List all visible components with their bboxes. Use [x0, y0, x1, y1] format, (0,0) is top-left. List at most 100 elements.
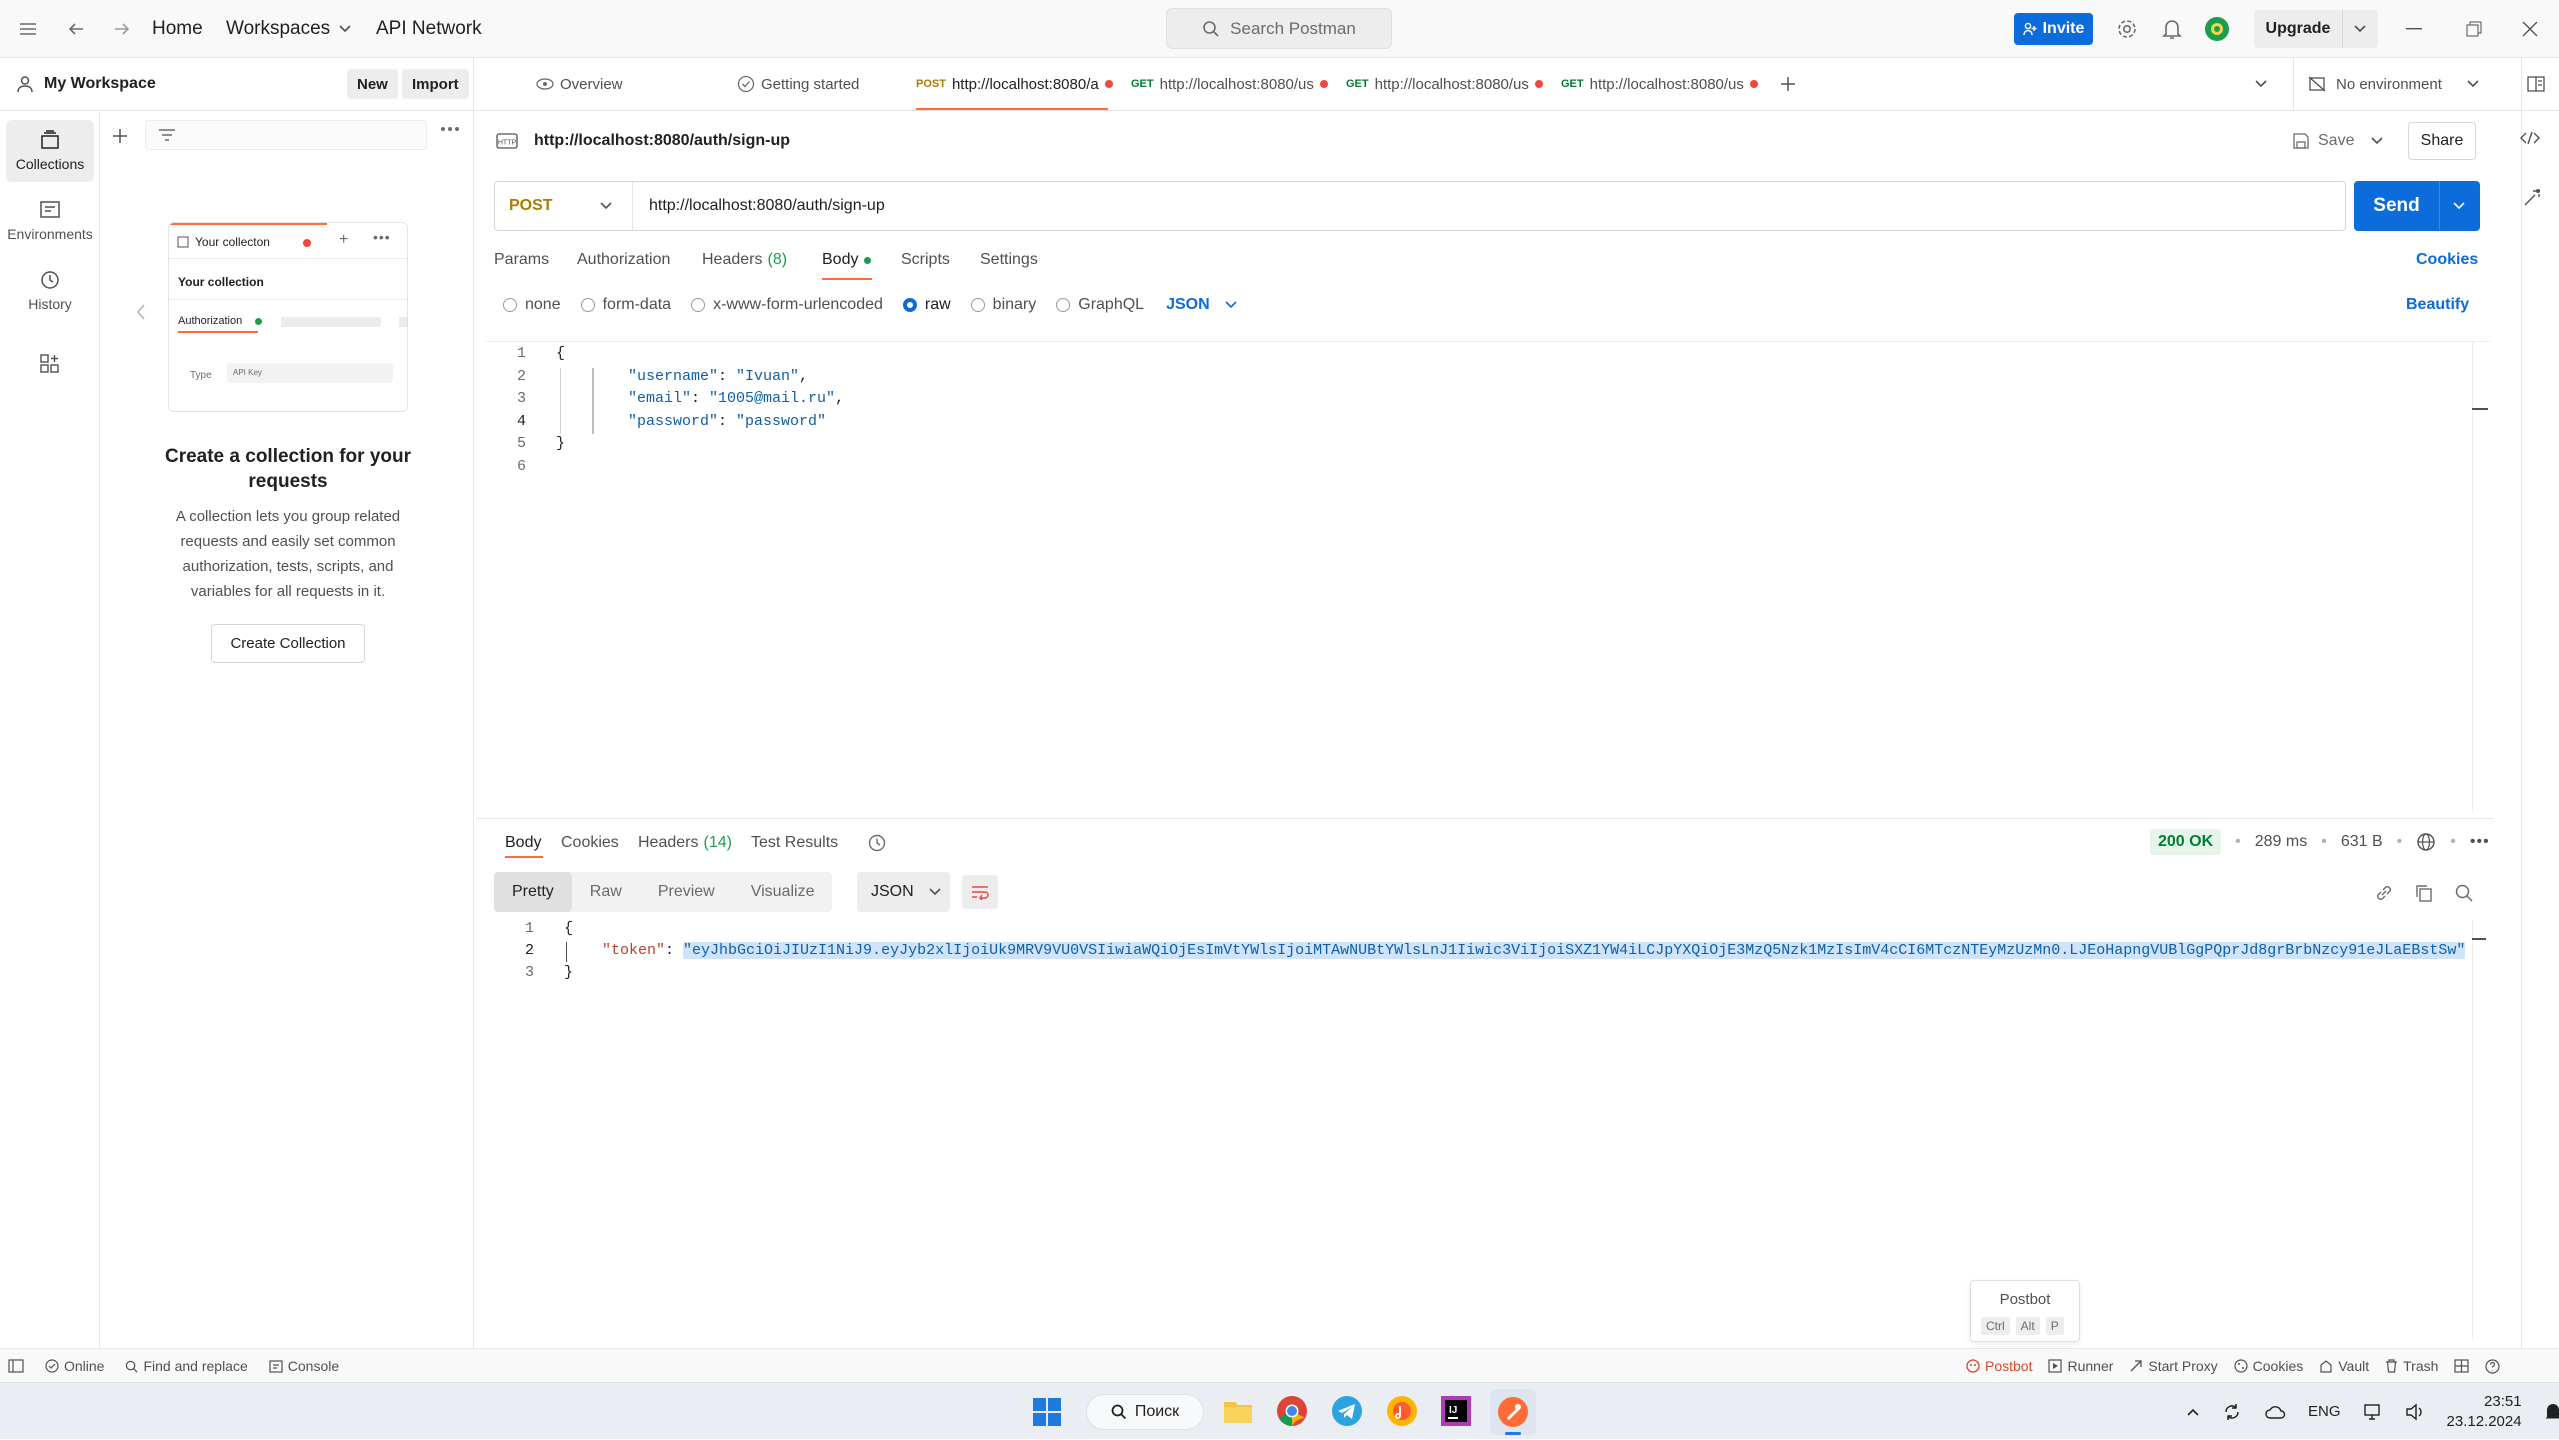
tab-getting-started[interactable]: Getting started — [737, 58, 887, 110]
chrome-icon[interactable] — [1276, 1395, 1308, 1427]
view-preview[interactable]: Preview — [640, 883, 733, 901]
radio-none[interactable]: none — [503, 296, 561, 314]
send-chevron-down-icon[interactable] — [2452, 201, 2466, 211]
view-pretty[interactable]: Pretty — [494, 872, 572, 912]
new-tab-plus-icon[interactable] — [1779, 58, 1797, 110]
forward-arrow-icon[interactable] — [112, 0, 132, 58]
copy-icon[interactable] — [2414, 883, 2434, 903]
radio-binary[interactable]: binary — [970, 296, 1036, 314]
body-format-select[interactable]: JSON — [1166, 296, 1238, 314]
toggle-sidebar-icon[interactable] — [8, 1359, 24, 1373]
configure-sidebar-icon[interactable] — [6, 344, 94, 384]
tab-headers[interactable]: Headers (8) — [702, 251, 787, 269]
layout-icon[interactable] — [2454, 1359, 2470, 1373]
view-raw[interactable]: Raw — [572, 883, 640, 901]
response-history-icon[interactable] — [867, 833, 887, 853]
new-button[interactable]: New — [347, 69, 398, 99]
json-value-token[interactable]: "eyJhbGciOiJIUzI1NiJ9.eyJyb2xlIjoiUk9MRV… — [683, 942, 2466, 959]
taskbar-search[interactable]: Поиск — [1086, 1394, 1204, 1430]
find-replace-button[interactable]: Find and replace — [125, 1358, 248, 1374]
upgrade-button[interactable]: Upgrade — [2254, 10, 2378, 48]
response-tab-test-results[interactable]: Test Results — [751, 834, 838, 852]
cloud-icon[interactable] — [2264, 1404, 2286, 1420]
tab-body[interactable]: Body — [822, 251, 872, 269]
view-visualize[interactable]: Visualize — [733, 883, 833, 901]
tabs-overflow-chevron-icon[interactable] — [2254, 58, 2268, 110]
workspace-title[interactable]: My Workspace — [44, 75, 156, 93]
collapse-chevron-icon[interactable] — [135, 303, 147, 321]
intellij-icon[interactable]: IJ — [1440, 1395, 1472, 1427]
radio-urlencoded[interactable]: x-www-form-urlencoded — [691, 296, 883, 314]
save-chevron-down-icon[interactable] — [2370, 136, 2384, 146]
network-globe-icon[interactable] — [2416, 832, 2436, 852]
environment-selector[interactable]: No environment — [2308, 58, 2498, 110]
postman-taskbar-item[interactable] — [1490, 1389, 1536, 1435]
home-link[interactable]: Home — [152, 0, 203, 58]
response-time[interactable]: 289 ms — [2255, 833, 2307, 851]
online-status[interactable]: Online — [45, 1358, 104, 1374]
wrap-lines-icon[interactable] — [962, 875, 998, 909]
file-explorer-icon[interactable] — [1222, 1396, 1254, 1426]
code-snippet-icon[interactable] — [2520, 131, 2540, 145]
response-format-select[interactable]: JSON — [857, 872, 950, 912]
sidebar-item-environments[interactable]: Environments — [6, 190, 94, 252]
tab-params[interactable]: Params — [494, 251, 549, 269]
avatar[interactable] — [2204, 0, 2230, 58]
sync-icon[interactable] — [2222, 1402, 2242, 1422]
notifications-bell-icon[interactable] — [2544, 1402, 2559, 1422]
invite-button[interactable]: Invite — [2014, 13, 2093, 45]
url-input[interactable] — [649, 192, 2329, 220]
radio-form-data[interactable]: form-data — [580, 296, 671, 314]
tab-request-get[interactable]: GET http://localhost:8080/us — [1346, 58, 1554, 110]
sidebar-item-history[interactable]: History — [6, 260, 94, 322]
search-input[interactable]: Search Postman — [1166, 8, 1392, 49]
more-options-icon[interactable]: ••• — [2470, 833, 2490, 851]
back-arrow-icon[interactable] — [66, 0, 86, 58]
workspaces-dropdown[interactable]: Workspaces — [226, 0, 352, 58]
start-proxy-button[interactable]: Start Proxy — [2129, 1358, 2218, 1374]
tray-chevron-up-icon[interactable] — [2186, 1407, 2200, 1417]
radio-raw[interactable]: raw — [902, 296, 951, 314]
tab-request-get[interactable]: GET http://localhost:8080/us — [1131, 58, 1339, 110]
scrollbar-marker[interactable] — [2472, 408, 2488, 410]
filter-input[interactable] — [145, 120, 427, 150]
tab-request-post[interactable]: POST http://localhost:8080/a — [916, 58, 1124, 110]
response-size[interactable]: 631 B — [2341, 833, 2383, 851]
more-options-icon[interactable] — [440, 126, 460, 132]
send-button[interactable]: Send — [2354, 181, 2480, 231]
status-badge[interactable]: 200 OK — [2150, 829, 2222, 855]
windows-start-icon[interactable] — [1032, 1397, 1062, 1427]
response-tab-cookies[interactable]: Cookies — [561, 834, 619, 852]
runner-button[interactable]: Runner — [2048, 1358, 2113, 1374]
telegram-icon[interactable] — [1331, 1395, 1363, 1427]
settings-gear-icon[interactable] — [2116, 0, 2138, 58]
tab-authorization[interactable]: Authorization — [577, 251, 670, 269]
menu-icon[interactable] — [18, 0, 38, 58]
tab-overview[interactable]: Overview — [536, 58, 686, 110]
chevron-down-icon[interactable] — [2353, 24, 2367, 34]
copy-link-icon[interactable] — [2374, 883, 2394, 903]
add-collection-icon[interactable] — [110, 126, 130, 146]
beautify-button[interactable]: Beautify — [2406, 296, 2469, 314]
postbot-button[interactable]: Postbot — [1966, 1358, 2032, 1374]
response-tab-headers[interactable]: Headers (14) — [638, 834, 732, 852]
notifications-bell-icon[interactable] — [2162, 0, 2182, 58]
network-icon[interactable] — [2363, 1403, 2383, 1421]
sidebar-item-collections[interactable]: Collections — [6, 120, 94, 182]
import-button[interactable]: Import — [402, 69, 469, 99]
create-collection-button[interactable]: Create Collection — [211, 624, 365, 663]
api-network-link[interactable]: API Network — [376, 0, 482, 58]
search-response-icon[interactable] — [2454, 883, 2474, 903]
request-title[interactable]: http://localhost:8080/auth/sign-up — [534, 132, 790, 150]
radio-graphql[interactable]: GraphQL — [1056, 296, 1144, 314]
close-window-icon[interactable] — [2522, 0, 2538, 58]
tab-settings[interactable]: Settings — [980, 251, 1038, 269]
volume-icon[interactable] — [2405, 1403, 2425, 1421]
restore-icon[interactable] — [2466, 0, 2482, 58]
tab-request-get[interactable]: GET http://localhost:8080/us — [1561, 58, 1769, 110]
response-tab-body[interactable]: Body — [505, 834, 541, 852]
cookies-button[interactable]: Cookies — [2234, 1358, 2303, 1374]
related-collections-icon[interactable] — [2522, 188, 2542, 208]
music-app-icon[interactable] — [1386, 1395, 1418, 1427]
share-button[interactable]: Share — [2408, 122, 2476, 160]
